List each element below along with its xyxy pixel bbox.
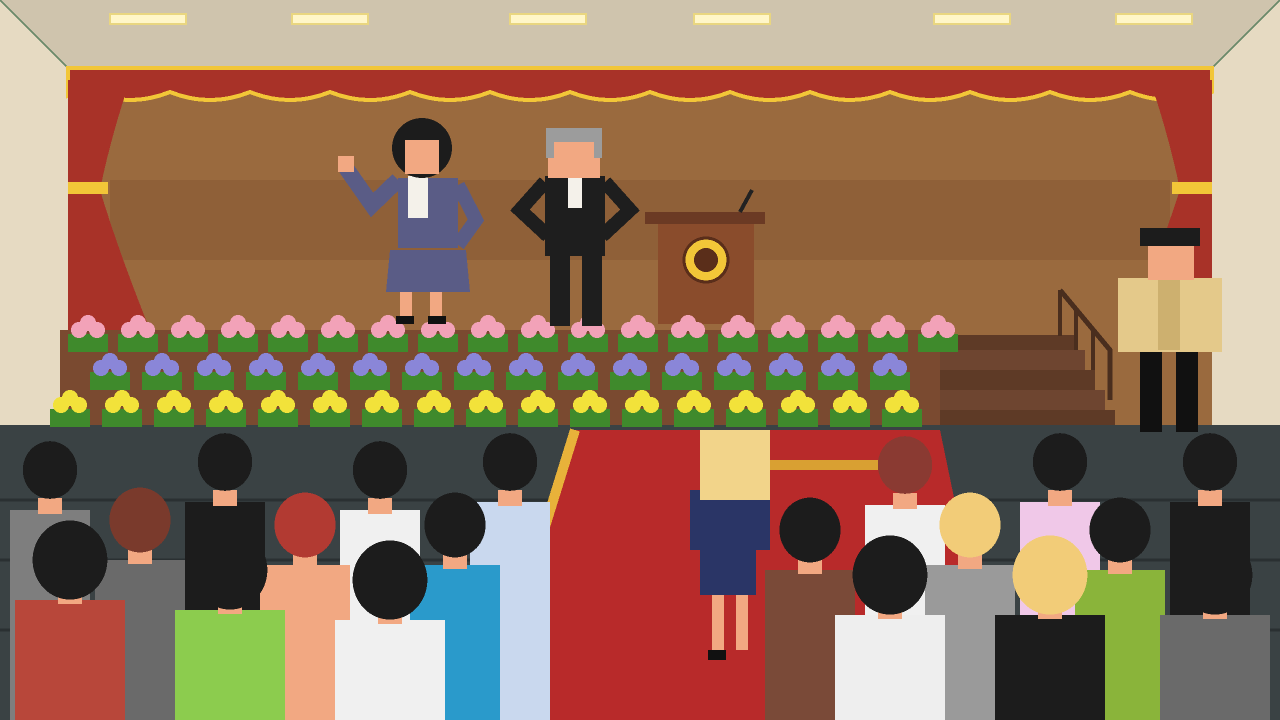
game-scene: [0, 0, 1280, 720]
character-blonde-woman-navy-suit[interactable]: [690, 430, 770, 660]
audience: [10, 430, 1270, 720]
